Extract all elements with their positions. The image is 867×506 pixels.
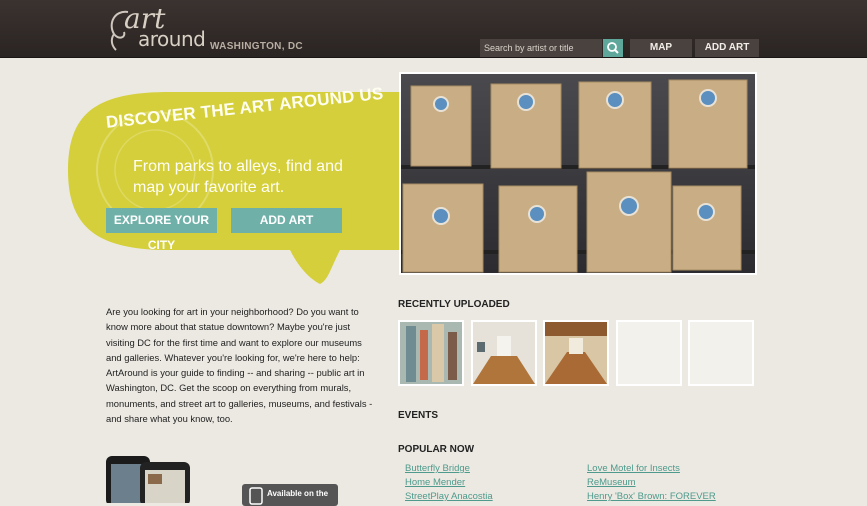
iphone-illustration [106,456,190,503]
hero-add-art-button[interactable]: ADD ART [231,208,342,233]
gallery-thumbnail-image [473,322,535,384]
iphone-icon [249,487,263,505]
artaround-logo[interactable]: art around [106,2,206,52]
nav-add-art-button[interactable]: ADD ART [695,39,759,57]
logo-around-text: around [138,27,206,51]
popular-link[interactable]: Butterfly Bridge [405,463,470,474]
popular-link[interactable]: Love Motel for Insects [587,463,680,474]
intro-paragraph: Are you looking for art in your neighbor… [106,306,373,425]
popular-link[interactable]: StreetPlay Anacostia [405,491,493,502]
recent-thumbnail-empty[interactable] [688,320,754,386]
events-heading: EVENTS [398,410,439,421]
popular-now-heading: POPULAR NOW [398,444,475,455]
featured-photo[interactable] [399,72,757,275]
recent-thumbnail-empty[interactable] [616,320,682,386]
gallery-hall-thumbnail-image [545,322,607,384]
explore-your-city-button[interactable]: EXPLORE YOUR CITY [106,208,217,252]
recent-thumbnail[interactable] [471,320,537,386]
top-bar: art around WASHINGTON, DC MAP ADD ART [0,0,867,58]
recent-thumbnail[interactable] [398,320,464,386]
search-input[interactable] [480,39,602,57]
app-store-label: Available on the [267,489,329,498]
remuseum-bags-image [401,74,755,273]
popular-link[interactable]: Home Mender [405,477,465,488]
nav-map-button[interactable]: MAP [630,39,692,57]
recently-uploaded-heading: RECENTLY UPLOADED [398,299,510,310]
recent-thumbnail[interactable] [543,320,609,386]
search-button[interactable] [603,39,623,57]
popular-link[interactable]: Henry 'Box' Brown: FOREVER [587,491,716,502]
popular-link[interactable]: ReMuseum [587,477,636,488]
mural-thumbnail-image [400,322,462,384]
city-label: WASHINGTON, DC [210,41,303,52]
search-icon [607,42,619,54]
hero-subtitle: From parks to alleys, find and map your … [133,158,343,196]
